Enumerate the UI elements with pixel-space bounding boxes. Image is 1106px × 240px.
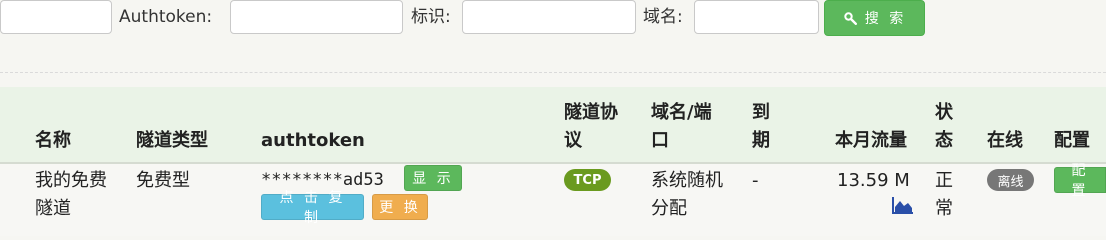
header-traffic: 本月流量 — [835, 130, 907, 151]
search-icon — [843, 11, 857, 26]
tunnel-type: 免费型 — [136, 170, 190, 191]
offline-badge: 离线 — [987, 169, 1034, 191]
expire-value: - — [752, 170, 759, 191]
search-button[interactable]: 搜 索 — [824, 0, 925, 36]
header-status-line2: 态 — [935, 130, 953, 151]
protocol-badge: TCP — [564, 169, 611, 191]
header-config: 配置 — [1054, 130, 1090, 151]
domain-input[interactable] — [694, 0, 819, 34]
header-domain-line1: 域名/端 — [651, 102, 712, 123]
header-type: 隧道类型 — [136, 130, 208, 151]
partial-search-input[interactable] — [0, 0, 112, 34]
change-authtoken-button[interactable]: 更 换 — [372, 194, 428, 220]
table-header: 名称 隧道类型 authtoken 隧道协 议 域名/端 口 到 期 本月流量 … — [0, 87, 1106, 164]
status-line2: 常 — [935, 198, 953, 219]
header-domain-line2: 口 — [651, 130, 669, 151]
header-authtoken: authtoken — [261, 130, 365, 151]
header-online: 在线 — [987, 130, 1023, 151]
search-bar: Authtoken: 标识: 域名: 搜 索 — [0, 0, 1106, 72]
header-expire-line1: 到 — [752, 102, 770, 123]
search-button-label: 搜 索 — [864, 11, 907, 27]
copy-authtoken-button[interactable]: 点 击 复 制 — [261, 190, 364, 226]
header-protocol-line1: 隧道协 — [564, 102, 618, 123]
show-authtoken-button[interactable]: 显 示 — [404, 165, 462, 191]
tunnel-name-line1: 我的免费 — [35, 170, 107, 191]
authtoken-label: Authtoken: — [119, 7, 213, 27]
tunnel-table: 名称 隧道类型 authtoken 隧道协 议 域名/端 口 到 期 本月流量 … — [0, 87, 1106, 236]
header-status-line1: 状 — [935, 102, 953, 123]
area-chart-icon[interactable] — [892, 196, 914, 214]
traffic-value: 13.59 M — [837, 170, 910, 191]
config-button[interactable]: 配 置 — [1054, 163, 1106, 199]
authtoken-input[interactable] — [230, 0, 403, 34]
tunnel-name-line2: 隧道 — [35, 198, 71, 219]
table-row: 我的免费 隧道 免费型 ********ad53 显 示 点 击 复 制 更 换… — [0, 163, 1106, 236]
tag-input[interactable] — [462, 0, 636, 34]
status-line1: 正 — [935, 170, 953, 191]
domain-line1: 系统随机 — [651, 170, 723, 191]
tag-label: 标识: — [411, 7, 451, 27]
domain-label: 域名: — [643, 7, 683, 27]
divider — [0, 72, 1106, 73]
header-expire-line2: 期 — [752, 130, 770, 151]
header-name: 名称 — [35, 130, 71, 151]
domain-line2: 分配 — [651, 198, 687, 219]
header-protocol-line2: 议 — [564, 130, 582, 151]
